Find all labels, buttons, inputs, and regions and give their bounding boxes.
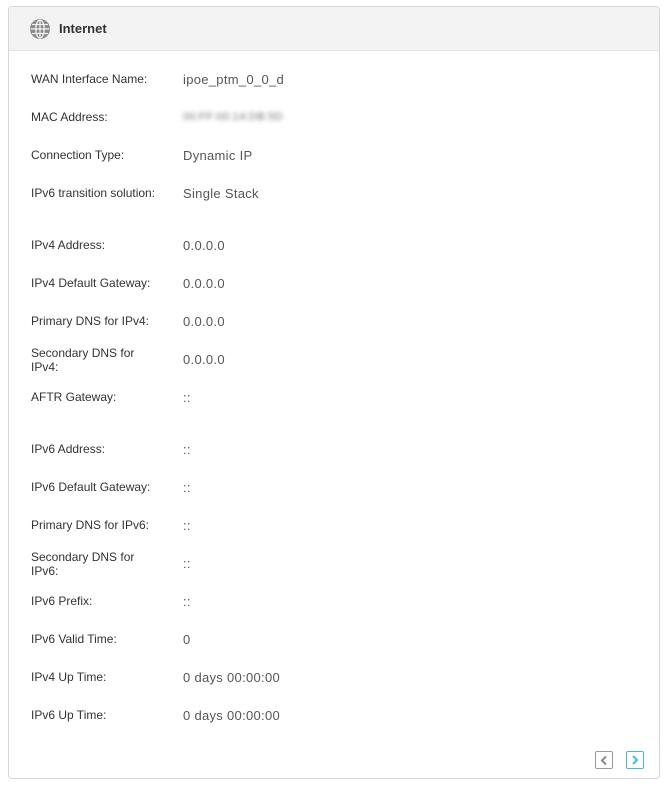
value-secondary-dns-ipv6: ::: [183, 556, 191, 571]
label-primary-dns-ipv6: Primary DNS for IPv6:: [31, 518, 150, 532]
label-ipv4-up-time: IPv4 Up Time:: [31, 670, 107, 684]
value-ipv4-up-time: 0 days 00:00:00: [183, 670, 281, 685]
next-page-button[interactable]: [626, 751, 644, 769]
label-aftr-gateway: AFTR Gateway:: [31, 390, 117, 404]
value-ipv6-valid-time: 0: [183, 632, 191, 647]
value-primary-dns-ipv4: 0.0.0.0: [183, 314, 225, 329]
value-ipv4-address: 0.0.0.0: [183, 238, 225, 253]
value-ipv6-default-gateway: ::: [183, 480, 191, 495]
label-wan-interface-name: WAN Interface Name:: [31, 72, 148, 86]
label-ipv6-up-time: IPv6 Up Time:: [31, 708, 107, 722]
panel-title: Internet: [59, 21, 107, 36]
value-ipv6-prefix: ::: [183, 594, 191, 609]
previous-page-button[interactable]: [595, 751, 613, 769]
value-ipv4-default-gateway: 0.0.0.0: [183, 276, 225, 291]
value-aftr-gateway: ::: [183, 390, 191, 405]
value-mac-address: 00:FF:00:14:DB:5D: [183, 111, 283, 123]
globe-icon: [30, 19, 50, 39]
value-wan-interface-name: ipoe_ptm_0_0_d: [183, 72, 285, 87]
label-mac-address: MAC Address:: [31, 110, 108, 124]
panel-header: Internet: [9, 7, 659, 51]
chevron-left-icon: [600, 755, 607, 766]
label-ipv6-transition-solution: IPv6 transition solution:: [31, 186, 156, 200]
value-connection-type: Dynamic IP: [183, 148, 253, 163]
value-ipv6-up-time: 0 days 00:00:00: [183, 708, 281, 723]
label-ipv6-prefix: IPv6 Prefix:: [31, 594, 93, 608]
label-secondary-dns-ipv6: Secondary DNS for IPv6:: [31, 550, 135, 578]
label-ipv6-valid-time: IPv6 Valid Time:: [31, 632, 117, 646]
label-ipv4-default-gateway: IPv4 Default Gateway:: [31, 276, 151, 290]
value-secondary-dns-ipv4: 0.0.0.0: [183, 352, 225, 367]
label-ipv4-address: IPv4 Address:: [31, 238, 106, 252]
value-ipv6-transition-solution: Single Stack: [183, 186, 259, 201]
value-primary-dns-ipv6: ::: [183, 518, 191, 533]
internet-panel: Internet WAN Interface Name: ipoe_ptm_0_…: [8, 6, 660, 779]
label-connection-type: Connection Type:: [31, 148, 125, 162]
label-ipv6-address: IPv6 Address:: [31, 442, 106, 456]
label-primary-dns-ipv4: Primary DNS for IPv4:: [31, 314, 150, 328]
label-ipv6-default-gateway: IPv6 Default Gateway:: [31, 480, 151, 494]
value-ipv6-address: ::: [183, 442, 191, 457]
label-secondary-dns-ipv4: Secondary DNS for IPv4:: [31, 346, 135, 374]
chevron-right-icon: [632, 755, 639, 765]
